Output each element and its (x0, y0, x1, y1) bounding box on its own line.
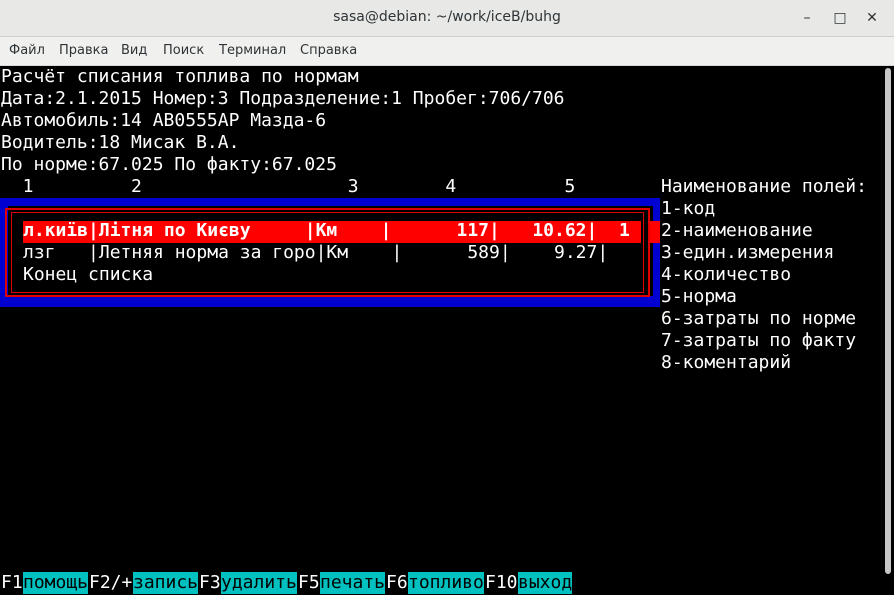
maximize-icon[interactable]: □ (830, 8, 850, 28)
legend-item: 7-затраты по факту (661, 330, 857, 351)
legend-item: 1-код (661, 198, 716, 219)
menu-search[interactable]: Поиск (163, 43, 204, 58)
legend-title: Наименование полей: (661, 176, 867, 197)
menu-file[interactable]: Файл (9, 43, 45, 58)
close-icon[interactable]: ✕ (862, 8, 882, 28)
fkey-f3-label[interactable]: удалить (221, 572, 297, 594)
fkey-f6-label[interactable]: топливо (408, 572, 484, 594)
legend-item: 8-коментарий (661, 352, 792, 373)
document-info: Дата:2.1.2015 Номер:3 Подразделение:1 Пр… (1, 88, 565, 109)
legend-item: 2-наименование (661, 220, 813, 241)
fkey-f3[interactable]: F3 (199, 572, 221, 594)
fkey-f10-label[interactable]: выход (518, 572, 573, 594)
text-cursor (650, 221, 660, 243)
menu-help[interactable]: Справка (300, 43, 357, 58)
scrollbar-thumb[interactable] (885, 68, 891, 574)
fkey-f1-label[interactable]: помощь (23, 572, 89, 594)
fkey-f5-label[interactable]: печать (320, 572, 386, 594)
menu-edit[interactable]: Правка (59, 43, 108, 58)
totals-info: По норме:67.025 По факту:67.025 (1, 154, 337, 175)
report-title: Расчёт списания топлива по нормам (1, 66, 359, 87)
list-end-marker: Конец списка (23, 264, 154, 285)
window-title: sasa@debian: ~/work/iceB/buhg (333, 9, 561, 25)
fkey-f2-label[interactable]: запись (133, 572, 199, 594)
menu-bar: Файл Правка Вид Поиск Терминал Справка (0, 37, 894, 66)
menu-terminal[interactable]: Терминал (219, 43, 286, 58)
fkey-f10[interactable]: F10 (485, 572, 518, 594)
scrollbar[interactable] (882, 66, 894, 595)
menu-view[interactable]: Вид (121, 43, 147, 58)
legend-item: 5-норма (661, 286, 737, 307)
list-item[interactable]: л.київ|Літня по Києву |Км | 117| 10.62| … (23, 220, 630, 242)
window-titlebar[interactable]: sasa@debian: ~/work/iceB/buhg – □ ✕ (0, 0, 894, 37)
fkey-f2[interactable]: F2/+ (89, 572, 132, 594)
legend-item: 3-един.измерения (661, 242, 835, 263)
column-numbers: 1 2 3 4 5 (1, 176, 576, 197)
legend-item: 4-количество (661, 264, 792, 285)
fkey-f6[interactable]: F6 (386, 572, 408, 594)
fkey-f5[interactable]: F5 (298, 572, 320, 594)
legend-item: 6-затраты по норме (661, 308, 857, 329)
fkey-f1[interactable]: F1 (1, 572, 23, 594)
minimize-icon[interactable]: – (797, 8, 817, 28)
list-item[interactable]: лзг |Летняя норма за горо|Км | 589| 9.27… (23, 242, 608, 264)
driver-info: Водитель:18 Мисак В.А. (1, 132, 240, 153)
vehicle-info: Автомобиль:14 AB0555AP Мазда-6 (1, 110, 327, 131)
